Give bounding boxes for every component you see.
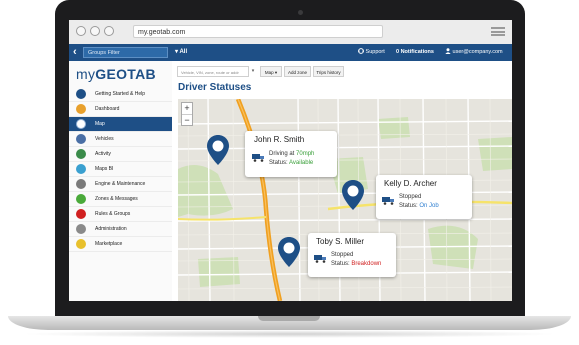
sidebar-item-label: Vehicles (95, 136, 114, 142)
truck-icon (382, 197, 394, 205)
driver-name: Kelly D. Archer (384, 179, 437, 188)
sidebar-item-maps-bi[interactable]: Maps BI (69, 162, 172, 177)
support-link[interactable]: Support (358, 48, 385, 57)
user-icon (445, 48, 451, 54)
sidebar-item-zones-messages[interactable]: Zones & Messages (69, 192, 172, 207)
vehicle-pin-icon[interactable] (207, 135, 229, 165)
status-badge: Available (289, 160, 314, 166)
notifications-link[interactable]: 0 Notifications (396, 48, 434, 57)
dashboard-icon (76, 104, 86, 114)
status-label: Status: (269, 160, 290, 166)
driver-name: Toby S. Miller (316, 237, 365, 246)
truck-icon (314, 255, 326, 263)
vehicle-pin-icon[interactable] (342, 180, 364, 210)
sidebar-item-label: Marketplace (95, 241, 123, 247)
activity-prefix: Driving at (269, 151, 297, 157)
all-filter-label: All (179, 49, 188, 55)
sidebar-item-getting-started-help[interactable]: Getting Started & Help (69, 87, 172, 102)
sidebar-item-engine-maintenance[interactable]: Engine & Maintenance (69, 177, 172, 192)
sidebar-item-label: Rules & Groups (95, 211, 131, 217)
gear-icon (76, 224, 86, 234)
map-icon (76, 119, 86, 129)
zoom-in-button[interactable]: + (182, 103, 192, 115)
driver-status: Status: Breakdown (331, 261, 381, 267)
sidebar-item-label: Activity (95, 151, 111, 157)
vehicle-pin-icon[interactable] (278, 237, 300, 267)
truck-icon (252, 154, 264, 162)
zoom-out-button[interactable]: − (182, 115, 192, 126)
page-title: Driver Statuses (178, 82, 252, 93)
search-dropdown-icon[interactable]: ▾ (249, 66, 257, 77)
browser-menu-icon[interactable] (491, 27, 505, 36)
trips-history-button[interactable]: Trips history (313, 66, 344, 77)
marketplace-icon (76, 239, 86, 249)
laptop-notch (258, 316, 320, 321)
sidebar-item-map[interactable]: Map (69, 117, 172, 132)
map-view-button[interactable]: Map ▾ (260, 66, 282, 77)
status-badge: Breakdown (351, 261, 382, 267)
sidebar-item-rules-groups[interactable]: Rules & Groups (69, 207, 172, 222)
status-label: Status: (331, 261, 352, 267)
browser-toolbar: my.geotab.com (69, 20, 512, 45)
logo-main: GEOTAB (95, 66, 156, 82)
maps-bi-icon (76, 164, 86, 174)
map-button-label: Map (264, 70, 274, 75)
sidebar: myGEOTAB Getting Started & Help Dashboard… (69, 61, 173, 301)
driver-card[interactable]: John R. Smith Driving at 70mph Status: A… (245, 131, 337, 177)
sidebar-item-administration[interactable]: Administration (69, 222, 172, 237)
driver-activity: Stopped (331, 252, 354, 258)
close-window-button[interactable] (76, 26, 86, 36)
minimize-window-button[interactable] (90, 26, 100, 36)
sidebar-item-activity[interactable]: Activity (69, 147, 172, 162)
driver-card[interactable]: Kelly D. Archer Stopped Status: On Job (376, 175, 472, 219)
vehicle-search-input[interactable]: Vehicle, VIN, zone, route or addr (177, 66, 249, 77)
engine-icon (76, 179, 86, 189)
sidebar-item-label: Getting Started & Help (95, 91, 146, 97)
sidebar-item-label: Administration (95, 226, 127, 232)
sidebar-item-label: Engine & Maintenance (95, 181, 146, 187)
sidebar-item-label: Maps BI (95, 166, 114, 172)
screen: my.geotab.com ‹ Groups Filter ▾ All Supp… (69, 20, 512, 301)
driver-activity: Stopped (399, 194, 422, 200)
help-icon (76, 89, 86, 99)
driver-name: John R. Smith (254, 135, 305, 144)
sidebar-item-dashboard[interactable]: Dashboard (69, 102, 172, 117)
camera-icon (298, 10, 303, 15)
support-icon (358, 48, 364, 54)
driver-status: Status: Available (269, 160, 313, 166)
main-content: Vehicle, VIN, zone, route or addr ▾ Map … (172, 61, 512, 301)
sidebar-item-label: Dashboard (95, 106, 120, 112)
address-bar[interactable]: my.geotab.com (133, 25, 383, 38)
geotab-logo[interactable]: myGEOTAB (76, 66, 156, 82)
truck-icon (76, 134, 86, 144)
sidebar-item-marketplace[interactable]: Marketplace (69, 237, 172, 252)
rules-icon (76, 209, 86, 219)
user-menu[interactable]: user@company.com (445, 48, 503, 57)
back-arrow-icon[interactable]: ‹ (73, 46, 77, 59)
driver-activity: Driving at 70mph (269, 151, 314, 157)
speed-value: 70mph (296, 151, 315, 157)
sidebar-item-label: Map (95, 121, 105, 127)
user-email: user@company.com (452, 49, 503, 55)
groups-filter-input[interactable]: Groups Filter (83, 47, 168, 58)
laptop-shadow (20, 330, 559, 338)
driver-card[interactable]: Toby S. Miller Stopped Status: Breakdown (308, 233, 396, 277)
activity-icon (76, 149, 86, 159)
status-label: Status: (399, 203, 420, 209)
top-navigation: ‹ Groups Filter ▾ All Support 0 Notifica… (69, 44, 512, 61)
support-label: Support (365, 49, 385, 55)
status-badge: On Job (419, 203, 439, 209)
driver-status: Status: On Job (399, 203, 439, 209)
add-zone-button[interactable]: Add zone (284, 66, 311, 77)
sidebar-item-label: Zones & Messages (95, 196, 138, 202)
sidebar-item-vehicles[interactable]: Vehicles (69, 132, 172, 147)
map-view[interactable]: + − John R. Smith Driving at 70mph Statu… (178, 99, 512, 301)
all-filter-dropdown[interactable]: ▾ All (175, 48, 187, 57)
sidebar-nav: Getting Started & Help Dashboard Map Vehicl… (69, 87, 172, 252)
logo-prefix: my (76, 66, 96, 82)
zones-icon (76, 194, 86, 204)
maximize-window-button[interactable] (104, 26, 114, 36)
zoom-controls: + − (181, 102, 193, 126)
